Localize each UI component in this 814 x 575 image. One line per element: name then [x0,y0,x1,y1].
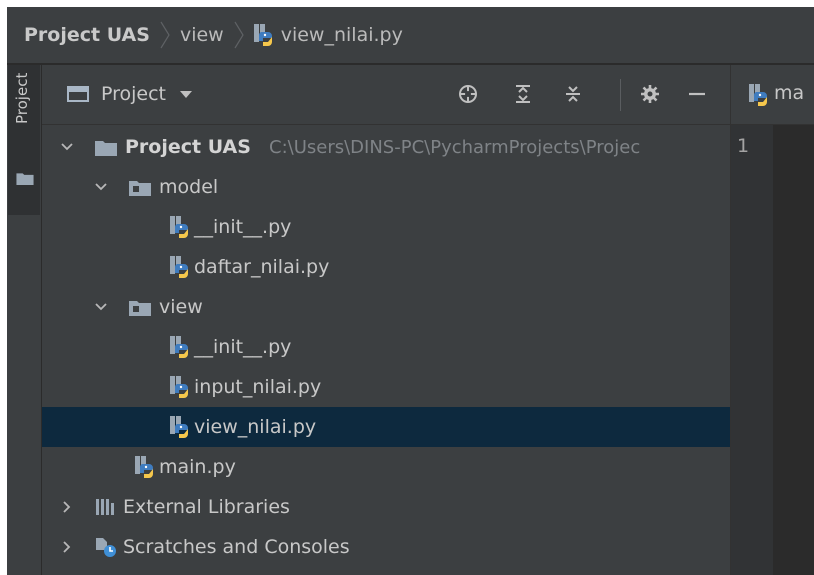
tree-item-scratches[interactable]: Scratches and Consoles [42,527,730,567]
chevron-down-icon [60,140,74,154]
minimize-icon [689,92,705,96]
tool-window-stripe: Project [7,65,42,575]
project-view-icon [67,86,89,102]
ide-window: Project UAS view view_nilai.py Project P… [7,7,814,575]
expand-all-icon [516,85,530,103]
python-file-icon [170,336,192,358]
breadcrumb-item-file[interactable]: view_nilai.py [254,24,403,46]
project-toolbar: Project [42,65,730,125]
tree-item-label: view [159,296,203,318]
scratches-icon [96,538,116,557]
stripe-tab-project[interactable]: Project [8,65,40,215]
package-folder-icon [129,178,151,196]
python-file-icon [170,216,192,238]
tree-item-model-init[interactable]: __init__.py [42,207,730,247]
chevron-right-icon [60,540,74,554]
settings-button[interactable] [637,81,663,107]
tree-item-view[interactable]: view [42,287,730,327]
tree-item-external-libraries[interactable]: External Libraries [42,487,730,527]
tree-item-project-root[interactable]: Project UAS C:\Users\DINS-PC\PycharmProj… [42,127,730,167]
tree-item-main[interactable]: main.py [42,447,730,487]
view-selector-label: Project [101,83,167,105]
chevron-down-icon [94,300,108,314]
chevron-right-icon [60,500,74,514]
tree-item-daftar-nilai[interactable]: daftar_nilai.py [42,247,730,287]
project-panel: Project Project UAS C:\Users\DINS-PC\Pyc… [42,65,730,575]
editor-area: ma 1 [730,65,814,575]
stripe-tab-label: Project [13,73,31,125]
breadcrumb-file-label: view_nilai.py [280,24,403,46]
tree-item-label: Project UAS [125,136,251,158]
expand-all-button[interactable] [510,81,536,107]
python-file-icon [135,456,157,478]
collapse-all-icon [566,86,580,102]
tree-item-label: Scratches and Consoles [123,536,350,558]
tree-item-label: view_nilai.py [194,416,317,438]
python-file-icon [170,416,192,438]
toolbar-separator [620,79,621,111]
breadcrumb-separator-icon [234,21,244,49]
python-file-icon [170,256,192,278]
crosshair-icon [459,85,477,103]
tree-item-label: External Libraries [123,496,290,518]
package-folder-icon [129,298,151,316]
gear-icon [641,85,659,103]
tree-item-label: __init__.py [194,336,292,358]
breadcrumb: Project UAS view view_nilai.py [7,7,814,65]
tree-item-view-nilai[interactable]: view_nilai.py [42,407,730,447]
library-icon [96,499,114,515]
tree-item-label: daftar_nilai.py [194,256,330,278]
python-file-icon [170,376,192,398]
chevron-down-icon [180,90,193,98]
hide-panel-button[interactable] [684,81,710,107]
collapse-all-button[interactable] [560,81,586,107]
tree-item-label: __init__.py [194,216,292,238]
tree-item-label: main.py [159,456,236,478]
editor-tab-label: ma [774,82,805,104]
python-file-icon [254,24,276,46]
python-file-icon [749,84,771,106]
tree-item-view-init[interactable]: __init__.py [42,327,730,367]
breadcrumb-item-project[interactable]: Project UAS [24,24,150,46]
tree-item-path: C:\Users\DINS-PC\PycharmProjects\Projec [269,136,641,158]
folder-icon [16,171,34,185]
folder-icon [95,138,117,156]
breadcrumb-item-view[interactable]: view [180,24,224,46]
line-gutter [731,125,773,575]
locate-file-button[interactable] [455,81,481,107]
chevron-down-icon [94,180,108,194]
tree-item-input-nilai[interactable]: input_nilai.py [42,367,730,407]
view-selector[interactable]: Project [67,79,193,109]
tree-item-model[interactable]: model [42,167,730,207]
tree-item-label: input_nilai.py [194,376,322,398]
line-number: 1 [737,135,750,157]
editor-tab-main[interactable]: ma [731,65,814,125]
breadcrumb-separator-icon [160,21,170,49]
tree-item-label: model [159,176,219,198]
